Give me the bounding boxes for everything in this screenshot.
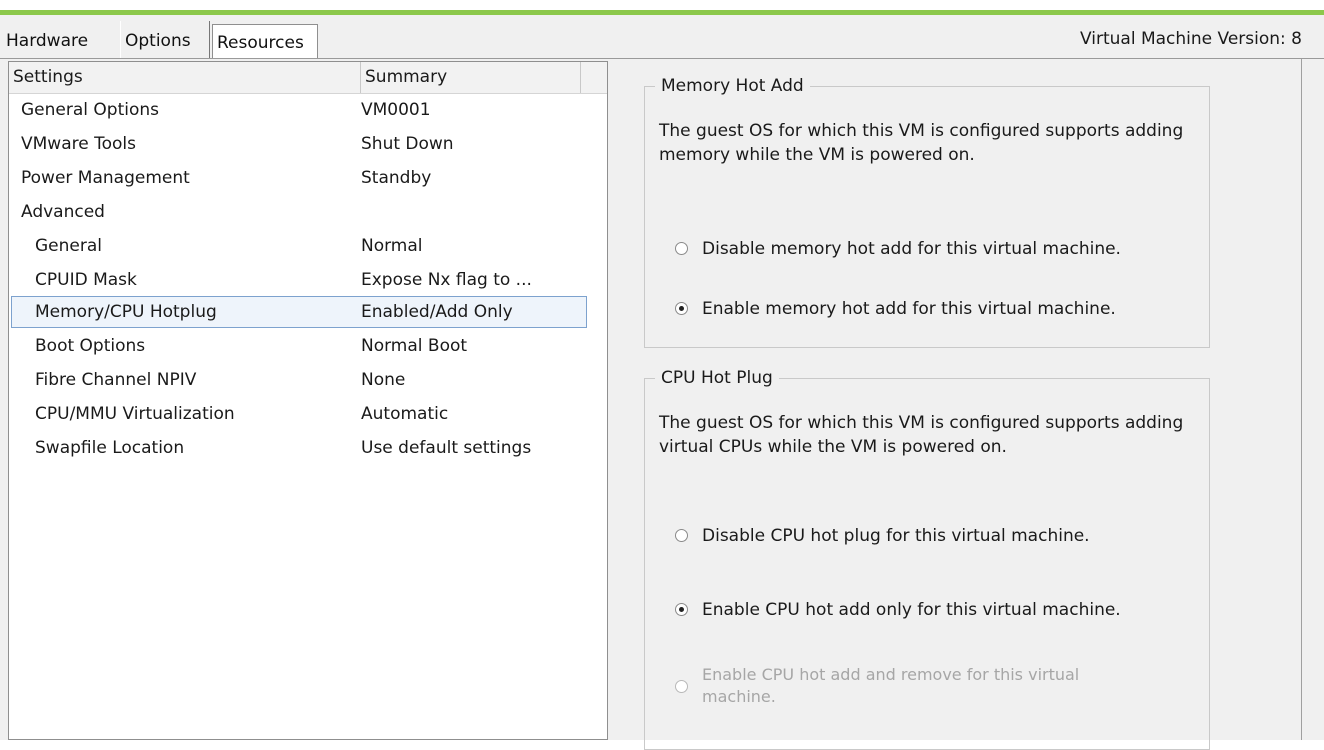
radio-disabled-icon bbox=[675, 680, 688, 693]
list-item-cpu-mmu-virtualization[interactable]: CPU/MMU Virtualization Automatic bbox=[11, 398, 587, 430]
option-label: Disable memory hot add for this virtual … bbox=[702, 239, 1121, 259]
enable-cpu-hot-add-remove-option: Enable CPU hot add and remove for this v… bbox=[675, 664, 1145, 708]
cpu-hot-plug-description: The guest OS for which this VM is config… bbox=[659, 413, 1184, 457]
radio-unchecked-icon[interactable] bbox=[675, 242, 688, 255]
option-label: Disable CPU hot plug for this virtual ma… bbox=[702, 526, 1090, 546]
list-item-summary: None bbox=[361, 370, 406, 390]
tab-options[interactable]: Options bbox=[120, 21, 210, 59]
list-item-vmware-tools[interactable]: VMware Tools Shut Down bbox=[11, 128, 587, 160]
list-item-boot-options[interactable]: Boot Options Normal Boot bbox=[11, 330, 587, 362]
list-header: Settings Summary bbox=[9, 62, 607, 94]
radio-unchecked-icon[interactable] bbox=[675, 529, 688, 542]
list-item-summary: Automatic bbox=[361, 404, 449, 424]
vm-version-label: Virtual Machine Version: 8 bbox=[1080, 29, 1302, 49]
list-item-memory-cpu-hotplug[interactable]: Memory/CPU Hotplug Enabled/Add Only bbox=[11, 296, 587, 328]
list-item-general[interactable]: General Normal bbox=[11, 230, 587, 262]
enable-memory-hot-add-option[interactable]: Enable memory hot add for this virtual m… bbox=[675, 297, 1116, 321]
memory-hot-add-legend: Memory Hot Add bbox=[655, 76, 810, 96]
list-item-summary: Expose Nx flag to ... bbox=[361, 270, 532, 290]
list-item-swapfile-location[interactable]: Swapfile Location Use default settings bbox=[11, 432, 587, 464]
radio-checked-icon[interactable] bbox=[675, 302, 688, 315]
list-item-summary: Standby bbox=[361, 168, 432, 188]
column-header-summary[interactable]: Summary bbox=[361, 62, 581, 93]
list-item-name: Fibre Channel NPIV bbox=[35, 370, 197, 390]
memory-hot-add-description: The guest OS for which this VM is config… bbox=[659, 121, 1184, 165]
tab-resources[interactable]: Resources bbox=[212, 24, 318, 61]
list-item-name: Power Management bbox=[21, 168, 190, 188]
cpu-hot-plug-legend: CPU Hot Plug bbox=[655, 368, 779, 388]
memory-hot-add-group: Memory Hot Add The guest OS for which th… bbox=[644, 76, 1210, 348]
tab-strip: Hardware Options Resources Virtual Machi… bbox=[0, 15, 1324, 61]
option-label: Enable CPU hot add only for this virtual… bbox=[702, 600, 1121, 620]
radio-checked-icon[interactable] bbox=[675, 603, 688, 616]
right-edge-panel bbox=[1301, 59, 1324, 740]
disable-cpu-hot-plug-option[interactable]: Disable CPU hot plug for this virtual ma… bbox=[675, 524, 1090, 548]
list-item-name: Memory/CPU Hotplug bbox=[35, 302, 217, 322]
column-header-filler bbox=[581, 62, 607, 93]
list-item-summary: Normal Boot bbox=[361, 336, 468, 356]
list-item-summary: Shut Down bbox=[361, 134, 454, 154]
list-item-name: General bbox=[35, 236, 102, 256]
list-item-summary: Enabled/Add Only bbox=[361, 302, 513, 322]
list-item-name: General Options bbox=[21, 100, 159, 120]
list-item-summary: Normal bbox=[361, 236, 423, 256]
list-item-name: Boot Options bbox=[35, 336, 146, 356]
option-label: Enable memory hot add for this virtual m… bbox=[702, 299, 1116, 319]
list-item-name: VMware Tools bbox=[21, 134, 136, 154]
cpu-hot-plug-group: CPU Hot Plug The guest OS for which this… bbox=[644, 368, 1210, 750]
list-item-fibre-channel-npiv[interactable]: Fibre Channel NPIV None bbox=[11, 364, 587, 396]
list-item-general-options[interactable]: General Options VM0001 bbox=[11, 94, 587, 126]
tab-hardware[interactable]: Hardware bbox=[2, 21, 104, 59]
enable-cpu-hot-add-only-option[interactable]: Enable CPU hot add only for this virtual… bbox=[675, 598, 1121, 622]
list-item-name: Advanced bbox=[21, 202, 105, 222]
detail-panel: Memory Hot Add The guest OS for which th… bbox=[608, 59, 1324, 750]
list-item-power-management[interactable]: Power Management Standby bbox=[11, 162, 587, 194]
list-item-name: Swapfile Location bbox=[35, 438, 185, 458]
settings-list: Settings Summary General Options VM0001 … bbox=[8, 61, 608, 740]
list-item-name: CPUID Mask bbox=[35, 270, 137, 290]
column-header-settings[interactable]: Settings bbox=[9, 62, 361, 93]
option-label: Enable CPU hot add and remove for this v… bbox=[702, 665, 1080, 706]
options-content: Settings Summary General Options VM0001 … bbox=[0, 59, 1324, 750]
list-item-cpuid-mask[interactable]: CPUID Mask Expose Nx flag to ... bbox=[11, 264, 587, 296]
disable-memory-hot-add-option[interactable]: Disable memory hot add for this virtual … bbox=[675, 237, 1121, 261]
list-item-advanced[interactable]: Advanced bbox=[11, 196, 587, 228]
list-item-summary: VM0001 bbox=[361, 100, 431, 120]
list-item-summary: Use default settings bbox=[361, 438, 532, 458]
list-item-name: CPU/MMU Virtualization bbox=[35, 404, 235, 424]
